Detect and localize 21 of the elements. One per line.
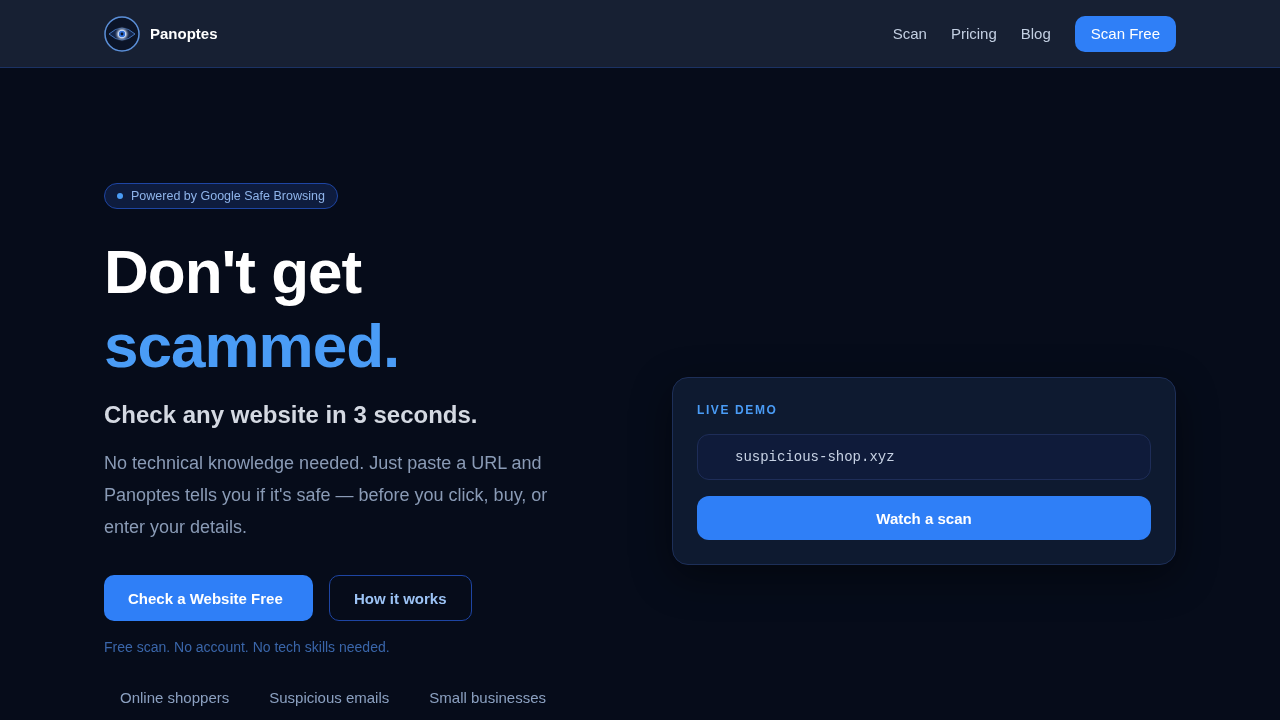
check-website-button[interactable]: Check a Website Free: [104, 575, 313, 621]
status-dot-icon: [117, 193, 123, 199]
audience-label: Small businesses: [428, 688, 547, 708]
nav-link[interactable]: Scan: [892, 25, 927, 42]
audience-label: Online shoppers: [119, 688, 231, 708]
note-text: Free scan. No account. No tech skills needed.: [104, 638, 390, 657]
headline-accent: scammed.: [104, 310, 400, 382]
scan-free-button[interactable]: Scan Free: [1074, 15, 1176, 52]
how-it-works-button[interactable]: How it works: [329, 575, 472, 621]
description-text: No technical knowledge needed. Just paste a URL and Panoptes tells you if it's safe — before you click, buy, or enter your details.: [104, 452, 549, 539]
subheading: Check any website in 3 seconds.: [104, 400, 478, 430]
nav-link[interactable]: Pricing: [950, 25, 997, 42]
demo-label: LIVE DEMO: [697, 402, 779, 418]
powered-by-text: Powered by Google Safe Browsing: [131, 189, 325, 203]
nav-link[interactable]: Blog: [1020, 25, 1051, 42]
brand-name: Panoptes: [150, 25, 218, 42]
headline: Don't get: [104, 236, 362, 308]
watch-scan-button[interactable]: Watch a scan: [697, 496, 1151, 540]
url-field[interactable]: suspicious-shop.xyz: [697, 434, 1151, 480]
eye-logo-icon: [104, 15, 140, 52]
audience-label: Suspicious emails: [268, 688, 391, 708]
